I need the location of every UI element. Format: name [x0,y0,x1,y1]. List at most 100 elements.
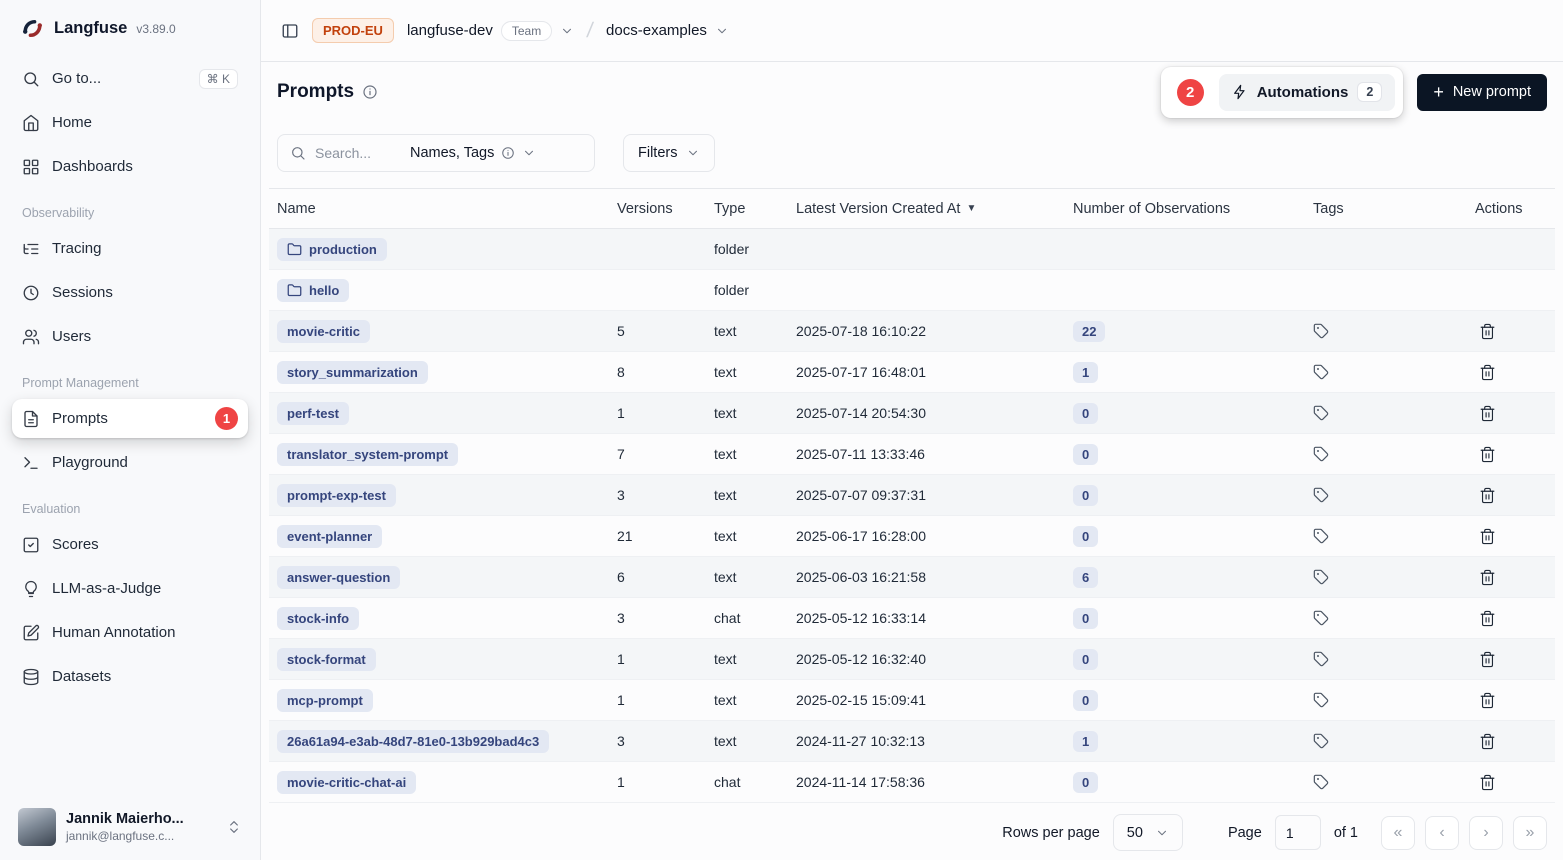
table-row[interactable]: prompt-exp-test3text2025-07-07 09:37:310 [269,475,1555,516]
tag-icon[interactable] [1313,364,1329,380]
sidebar-item-human-annotation[interactable]: Human Annotation [12,613,248,652]
last-page-button[interactable]: » [1513,816,1547,850]
table-row[interactable]: movie-critic5text2025-07-18 16:10:2222 [269,311,1555,352]
folder-link[interactable]: production [277,238,387,261]
observations-cell: 1 [1065,362,1305,383]
tag-icon[interactable] [1313,692,1329,708]
table-row[interactable]: productionfolder [269,229,1555,270]
delete-prompt-button[interactable] [1475,401,1500,426]
filters-button[interactable]: Filters [623,134,715,172]
prompt-link[interactable]: movie-critic-chat-ai [277,771,416,794]
sidebar-item-home[interactable]: Home [12,103,248,142]
versions-cell: 3 [609,610,706,626]
sidebar-item-scores[interactable]: Scores [12,525,248,564]
next-page-button[interactable]: › [1469,816,1503,850]
tag-icon[interactable] [1313,569,1329,585]
table-row[interactable]: answer-question6text2025-06-03 16:21:586 [269,557,1555,598]
prompt-link[interactable]: event-planner [277,525,382,548]
tags-cell [1305,569,1467,585]
tag-icon[interactable] [1313,651,1329,667]
table-row[interactable]: perf-test1text2025-07-14 20:54:300 [269,393,1555,434]
table-row[interactable]: movie-critic-chat-ai1chat2024-11-14 17:5… [269,762,1555,803]
sidebar-item-playground[interactable]: Playground [12,443,248,482]
automations-button[interactable]: Automations 2 [1219,74,1396,111]
delete-prompt-button[interactable] [1475,688,1500,713]
user-menu[interactable]: Jannik Maierho... jannik@langfuse.c... [12,802,248,848]
table-row[interactable]: event-planner21text2025-06-17 16:28:000 [269,516,1555,557]
delete-prompt-button[interactable] [1475,647,1500,672]
search-scope-dropdown[interactable]: Names, Tags [410,145,536,161]
tag-icon[interactable] [1313,610,1329,626]
info-icon[interactable] [362,84,378,100]
observations-cell: 0 [1065,608,1305,629]
column-header-name[interactable]: Name [269,201,609,217]
column-header-type[interactable]: Type [706,201,788,217]
observations-cell: 0 [1065,772,1305,793]
table-row[interactable]: hellofolder [269,270,1555,311]
table-row[interactable]: story_summarization8text2025-07-17 16:48… [269,352,1555,393]
sidebar-item-users[interactable]: Users [12,317,248,356]
observations-count-badge: 1 [1073,362,1098,383]
brand[interactable]: Langfuse v3.89.0 [12,14,248,43]
delete-prompt-button[interactable] [1475,770,1500,795]
table-row[interactable]: 26a61a94-e3ab-48d7-81e0-13b929bad4c33tex… [269,721,1555,762]
prompt-name: answer-question [287,570,390,585]
delete-prompt-button[interactable] [1475,360,1500,385]
delete-prompt-button[interactable] [1475,483,1500,508]
delete-prompt-button[interactable] [1475,524,1500,549]
sidebar-item-datasets[interactable]: Datasets [12,657,248,696]
prompt-link[interactable]: answer-question [277,566,400,589]
observations-cell: 0 [1065,690,1305,711]
table-row[interactable]: stock-info3chat2025-05-12 16:33:140 [269,598,1555,639]
delete-prompt-button[interactable] [1475,319,1500,344]
search-box[interactable]: Names, Tags [277,134,595,172]
prompt-link[interactable]: movie-critic [277,320,370,343]
sidebar-toggle-button[interactable] [281,22,299,40]
info-icon [501,146,515,160]
folder-link[interactable]: hello [277,279,349,302]
prompt-link[interactable]: 26a61a94-e3ab-48d7-81e0-13b929bad4c3 [277,730,549,753]
table-row[interactable]: translator_system-prompt7text2025-07-11 … [269,434,1555,475]
prompt-link[interactable]: translator_system-prompt [277,443,458,466]
tag-icon[interactable] [1313,446,1329,462]
column-header-observations[interactable]: Number of Observations [1065,201,1305,217]
dashboards-icon [22,158,40,176]
tag-icon[interactable] [1313,323,1329,339]
table-row[interactable]: mcp-prompt1text2025-02-15 15:09:410 [269,680,1555,721]
tag-icon[interactable] [1313,487,1329,503]
table-row[interactable]: stock-format1text2025-05-12 16:32:400 [269,639,1555,680]
delete-prompt-button[interactable] [1475,729,1500,754]
previous-page-button[interactable]: ‹ [1425,816,1459,850]
column-header-versions[interactable]: Versions [609,201,706,217]
delete-prompt-button[interactable] [1475,565,1500,590]
search-input[interactable] [315,145,401,161]
observations-count-badge: 1 [1073,731,1098,752]
prompt-link[interactable]: prompt-exp-test [277,484,396,507]
new-prompt-button[interactable]: + New prompt [1417,74,1547,111]
prompt-link[interactable]: stock-info [277,607,359,630]
rows-per-page-select[interactable]: 50 [1113,814,1183,851]
tag-icon[interactable] [1313,774,1329,790]
delete-prompt-button[interactable] [1475,606,1500,631]
first-page-button[interactable]: « [1381,816,1415,850]
prompt-link[interactable]: story_summarization [277,361,428,384]
prompt-link[interactable]: perf-test [277,402,349,425]
sidebar-item-tracing[interactable]: Tracing [12,229,248,268]
tag-icon[interactable] [1313,405,1329,421]
delete-prompt-button[interactable] [1475,442,1500,467]
sidebar-item-llm-as-a-judge[interactable]: LLM-as-a-Judge [12,569,248,608]
project-switcher[interactable]: docs-examples [606,22,729,39]
sidebar-item-sessions[interactable]: Sessions [12,273,248,312]
sidebar-item-dashboards[interactable]: Dashboards [12,147,248,186]
goto-search[interactable]: Go to... ⌘ K [12,59,248,98]
column-header-tags[interactable]: Tags [1305,201,1467,217]
tag-icon[interactable] [1313,733,1329,749]
prompt-link[interactable]: stock-format [277,648,376,671]
column-header-created[interactable]: Latest Version Created At ▼ [788,201,1065,217]
tag-icon[interactable] [1313,528,1329,544]
page-number-input[interactable] [1275,815,1321,850]
org-switcher[interactable]: langfuse-dev Team [407,21,574,41]
observations-count-badge: 0 [1073,403,1098,424]
sidebar-item-prompts[interactable]: Prompts 1 [12,399,248,438]
prompt-link[interactable]: mcp-prompt [277,689,373,712]
